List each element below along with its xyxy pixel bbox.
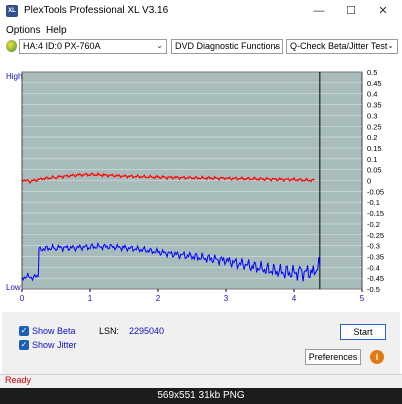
y-tick-label: 0 (367, 177, 371, 186)
x-tick-label: 0 (20, 294, 25, 303)
y-tick-label: 0.45 (367, 79, 382, 88)
show-jitter-label: Show Jitter (32, 340, 77, 350)
y-tick-label: 0.35 (367, 101, 382, 110)
chevron-down-icon: ⌄ (272, 41, 279, 50)
y-tick-label: -0.35 (367, 252, 384, 261)
y-tick-label: -0.45 (367, 274, 384, 283)
y-tick-label: 0.4 (367, 90, 377, 99)
window-title: PlexTools Professional XL V3.16 (24, 5, 169, 16)
close-button[interactable]: ✕ (368, 2, 398, 20)
x-tick-label: 5 (360, 294, 365, 303)
y-tick-label: -0.4 (367, 263, 380, 272)
y-tick-labels: 0.5 0.45 0.4 0.350.3 0.25 0.2 0.15 0.1 0.05 0-0.0… (367, 68, 384, 294)
lsn-label: LSN: (99, 326, 120, 336)
y-tick-label: -0.25 (367, 231, 384, 240)
x-tick-labels: 0 1 2 3 4 5 (20, 289, 365, 303)
start-button[interactable]: Start (340, 324, 386, 340)
test-select[interactable]: Q-Check Beta/Jitter Test ⌄ (286, 39, 398, 54)
preferences-button[interactable]: Preferences (305, 349, 361, 365)
status-bar (0, 374, 402, 388)
maximize-button[interactable]: ☐ (336, 2, 366, 20)
status-text: Ready (5, 375, 32, 385)
y-tick-label: -0.3 (367, 242, 380, 251)
y-tick-label: -0.05 (367, 187, 384, 196)
drive-icon (6, 40, 17, 52)
function-select[interactable]: DVD Diagnostic Functions ⌄ (171, 39, 283, 54)
drive-select-value: HA:4 ID:0 PX-760A (23, 41, 101, 51)
x-tick-label: 4 (292, 294, 297, 303)
app-icon: XL (6, 5, 18, 17)
menu-help[interactable]: Help (46, 25, 67, 36)
chevron-down-icon: ⌄ (387, 41, 394, 50)
y-tick-label: 0.15 (367, 144, 382, 153)
y-tick-label: 0.5 (367, 68, 377, 77)
y-tick-label: -0.1 (367, 198, 380, 207)
y-tick-label: -0.5 (367, 285, 380, 294)
beta-jitter-chart: 012345 0.50.450.40.350.30.250.20.150.10.… (20, 68, 384, 303)
y-tick-label: 0.3 (367, 111, 377, 120)
function-select-value: DVD Diagnostic Functions (175, 41, 281, 51)
show-jitter-checkbox[interactable]: ✓ (19, 340, 29, 350)
image-caption: 569x551 31kb PNG (0, 388, 402, 404)
y-tick-label: 0.1 (367, 155, 377, 164)
y-tick-label: 0.05 (367, 166, 382, 175)
menu-options[interactable]: Options (6, 25, 40, 36)
show-beta-checkbox[interactable]: ✓ (19, 326, 29, 336)
minimize-button[interactable]: — (304, 2, 334, 20)
info-icon[interactable]: i (370, 350, 384, 364)
lsn-value: 2295040 (129, 326, 165, 336)
x-tick-label: 1 (88, 294, 93, 303)
x-tick-label: 2 (156, 294, 161, 303)
y-tick-label: -0.2 (367, 220, 380, 229)
show-beta-label: Show Beta (32, 326, 76, 336)
test-select-value: Q-Check Beta/Jitter Test (290, 41, 388, 51)
y-tick-label: 0.25 (367, 122, 382, 131)
chevron-down-icon: ⌄ (156, 41, 163, 50)
drive-select[interactable]: HA:4 ID:0 PX-760A ⌄ (19, 39, 167, 54)
y-tick-label: 0.2 (367, 133, 377, 142)
y-tick-label: -0.15 (367, 209, 384, 218)
x-tick-label: 3 (224, 294, 229, 303)
